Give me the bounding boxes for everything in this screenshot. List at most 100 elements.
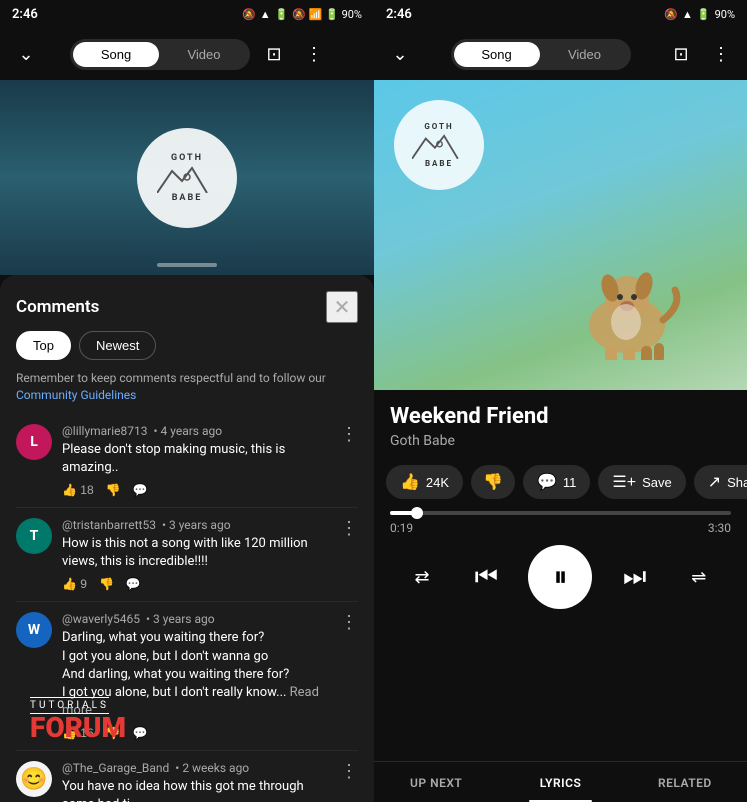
right-logo-overlay: GOTH BABE [394,100,484,190]
pause-icon: ⏸ [553,561,567,594]
comments-title: Comments [16,297,99,317]
dog-illustration [567,250,687,360]
comments-button[interactable]: 💬 11 [523,465,590,499]
progress-section: 0:19 3:30 [374,507,747,535]
save-button[interactable]: ☰+ Save [598,465,685,499]
album-art: GOTH BABE [374,80,747,390]
tab-up-next[interactable]: UP NEXT [374,762,498,802]
previous-button[interactable]: ⏮ [464,555,508,599]
progress-thumb[interactable] [411,507,423,519]
more-options-icon[interactable]: ⋮ [298,44,330,65]
left-status-bar: 2:46 🔕 ▲ 🔋 🔕 📶 🔋 90% [0,0,374,28]
left-tab-group: Song Video [70,39,250,70]
repeat-button[interactable]: ⇌ [677,555,721,599]
avatar: L [16,424,52,460]
guidelines-link[interactable]: Community Guidelines [16,388,136,402]
share-button[interactable]: ↗ Sha... [694,465,747,499]
comment-body: @tristanbarrett53 • 3 years ago How is t… [62,518,330,591]
comment-actions: 👍 9 👎 💬 [62,577,330,591]
action-row: 👍 24K 👎 💬 11 ☰+ Save ↗ Sha... [374,457,747,507]
sort-newest-button[interactable]: Newest [79,331,156,360]
right-time: 2:46 [386,7,412,22]
comment-meta: @tristanbarrett53 • 3 years ago [62,518,330,532]
guidelines-text: Remember to keep comments respectful and… [0,370,374,414]
reply-button[interactable]: 💬 [133,726,148,740]
shuffle-button[interactable]: ⇄ [400,555,444,599]
battery-percent: 🔕 📶 🔋 90% [292,8,362,21]
comment-more-icon[interactable]: ⋮ [340,518,358,591]
comment-body: @The_Garage_Band • 2 weeks ago You have … [62,761,330,802]
right-panel: 2:46 🔕 ▲ 🔋 90% ⌄ Song Video ⊡ ⋮ [374,0,747,802]
left-song-tab[interactable]: Song [73,42,159,67]
avatar: W [16,612,52,648]
comment-meta: @lillymarie8713 • 4 years ago [62,424,330,438]
chevron-down-icon[interactable]: ⌄ [10,44,42,65]
comment-more-icon[interactable]: ⋮ [340,612,358,740]
share-icon: ↗ [708,472,721,492]
sort-tabs: Top Newest [0,331,374,370]
mute-icon: 🔕 [242,8,256,21]
comment-icon: 💬 [537,472,557,492]
right-video-tab[interactable]: Video [542,42,628,67]
watermark: TUTORIALS FORUM [30,697,126,742]
dislike-button[interactable]: 👎 [471,465,515,499]
right-status-icons: 🔕 ▲ 🔋 90% [664,8,735,21]
mountain-icon [412,131,467,159]
pause-button[interactable]: ⏸ [528,545,592,609]
total-time: 3:30 [708,521,731,535]
comment-item: T @tristanbarrett53 • 3 years ago How is… [16,508,358,602]
watermark-line2: FORUM [30,714,126,742]
comment-actions: 👍 18 👎 💬 [62,483,330,497]
reply-button[interactable]: 💬 [133,483,148,497]
thumbs-up-icon: 👍 [400,472,420,492]
close-comments-button[interactable]: ✕ [326,291,358,323]
cast-icon[interactable]: ⊡ [258,44,290,65]
comment-text: Please don't stop making music, this is … [62,441,330,477]
next-button[interactable]: ⏭ [613,555,657,599]
more-options-icon[interactable]: ⋮ [705,44,737,65]
comment-username: @waverly5465 [62,612,140,626]
tab-related[interactable]: RELATED [623,762,747,802]
comment-time: • 2 weeks ago [175,761,249,775]
comment-username: @lillymarie8713 [62,424,148,438]
comment-time: • 4 years ago [154,424,223,438]
cast-icon[interactable]: ⊡ [665,44,697,65]
left-logo: GOTH BABE [137,128,237,228]
left-video-tab[interactable]: Video [161,42,247,67]
comment-body: @lillymarie8713 • 4 years ago Please don… [62,424,330,497]
comment-count: 11 [563,475,577,490]
comment-meta: @The_Garage_Band • 2 weeks ago [62,761,330,775]
like-button[interactable]: 👍 18 [62,483,94,497]
tab-lyrics[interactable]: LYRICS [498,762,622,802]
mountain-icon [157,163,217,193]
song-artist: Goth Babe [390,433,731,449]
progress-times: 0:19 3:30 [390,521,731,535]
avatar: 😊 [16,761,52,797]
comment-username: @tristanbarrett53 [62,518,156,532]
comment-item: L @lillymarie8713 • 4 years ago Please d… [16,414,358,508]
chevron-down-icon[interactable]: ⌄ [384,44,416,65]
like-count: 24K [426,475,449,490]
battery-percent: 90% [715,8,735,21]
comment-more-icon[interactable]: ⋮ [340,761,358,802]
mute-icon: 🔕 [664,8,678,21]
sort-top-button[interactable]: Top [16,331,71,360]
left-panel: 2:46 🔕 ▲ 🔋 🔕 📶 🔋 90% ⌄ Song Video ⊡ ⋮ GO… [0,0,374,802]
bottom-tabs: UP NEXT LYRICS RELATED [374,761,747,802]
reply-button[interactable]: 💬 [126,577,141,591]
logo-text-bottom: BABE [172,193,203,203]
battery-icon: 🔋 [697,8,711,21]
comment-time: • 3 years ago [146,612,215,626]
swipe-handle[interactable] [157,263,217,267]
comment-more-icon[interactable]: ⋮ [340,424,358,497]
right-status-bar: 2:46 🔕 ▲ 🔋 90% [374,0,747,28]
progress-bar[interactable] [390,511,731,515]
like-button[interactable]: 👍 9 [62,577,87,591]
comment-text: You have no idea how this got me through… [62,778,330,802]
avatar: T [16,518,52,554]
dislike-button[interactable]: 👎 [99,577,114,591]
dislike-button[interactable]: 👎 [106,483,121,497]
like-button[interactable]: 👍 24K [386,465,463,499]
save-icon: ☰+ [612,472,636,492]
right-song-tab[interactable]: Song [454,42,540,67]
